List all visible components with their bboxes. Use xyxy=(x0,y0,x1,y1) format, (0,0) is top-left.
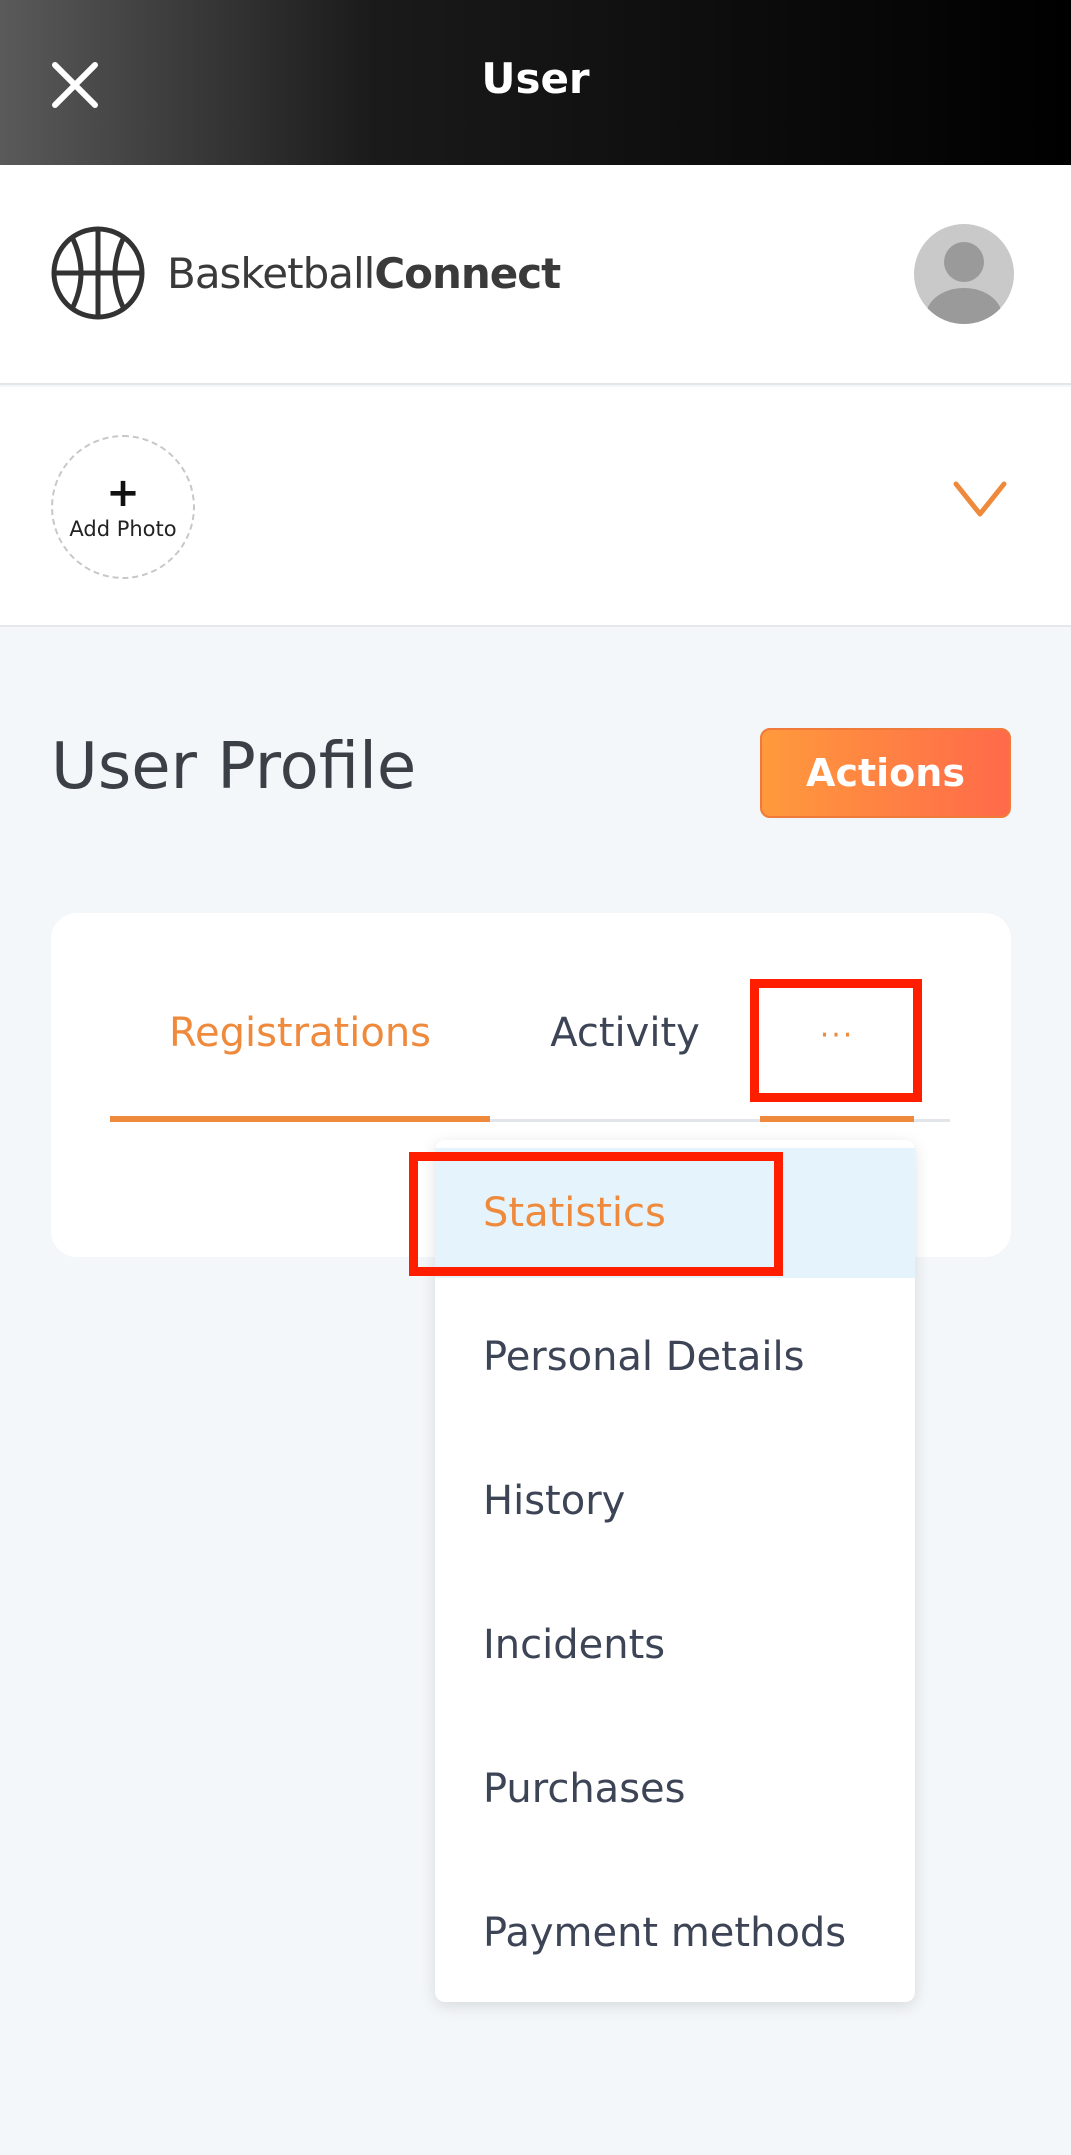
tab-more[interactable]: ··· xyxy=(760,1018,914,1088)
brand-name-bold: Connect xyxy=(374,249,561,298)
tab-more-underline xyxy=(760,1116,914,1122)
add-photo-label: Add Photo xyxy=(69,517,177,541)
menu-item-payment-methods[interactable]: Payment methods xyxy=(435,1868,915,1998)
add-photo-button[interactable]: + Add Photo xyxy=(51,435,195,579)
tab-activity[interactable]: Activity xyxy=(520,1010,730,1080)
chevron-down-icon[interactable] xyxy=(952,480,1008,520)
avatar[interactable] xyxy=(914,224,1014,324)
menu-item-personal-details[interactable]: Personal Details xyxy=(435,1292,915,1422)
actions-button[interactable]: Actions xyxy=(760,728,1011,818)
profile-photo-row: + Add Photo xyxy=(0,387,1071,627)
menu-item-statistics[interactable]: Statistics xyxy=(435,1148,915,1278)
brand-name-light: Basketball xyxy=(167,249,375,298)
basketball-logo-icon xyxy=(51,226,145,320)
brand-header: BasketballConnect xyxy=(0,165,1071,385)
tab-registrations-underline xyxy=(110,1116,490,1122)
page-title: User Profile xyxy=(51,730,417,804)
tab-registrations[interactable]: Registrations xyxy=(110,1010,490,1080)
menu-item-purchases[interactable]: Purchases xyxy=(435,1724,915,1854)
avatar-icon xyxy=(926,242,1002,324)
menu-item-history[interactable]: History xyxy=(435,1436,915,1566)
page-header-title: User xyxy=(481,54,590,103)
more-tabs-dropdown: Statistics Personal Details History Inci… xyxy=(435,1140,915,2002)
plus-icon: + xyxy=(106,470,140,516)
menu-item-incidents[interactable]: Incidents xyxy=(435,1580,915,1710)
top-bar: User xyxy=(0,0,1071,165)
brand-logo-text: BasketballConnect xyxy=(167,249,561,298)
